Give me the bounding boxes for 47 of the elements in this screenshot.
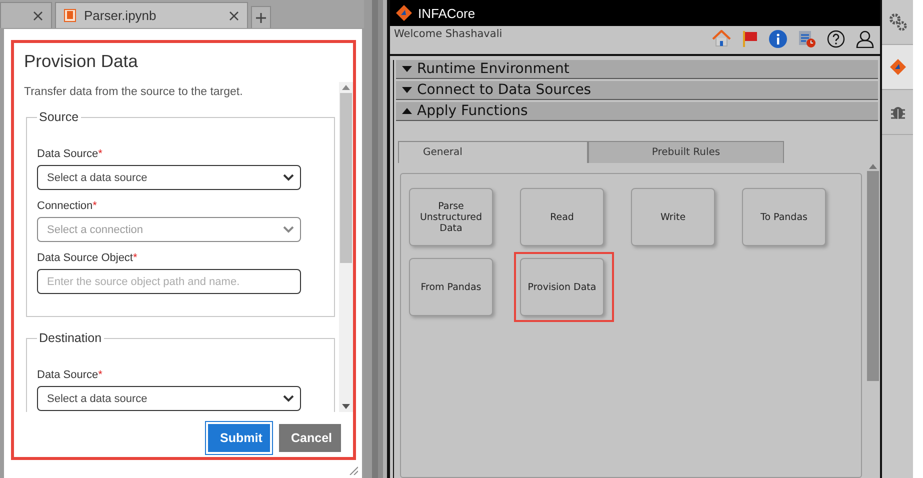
function-button[interactable]: Provision Data: [514, 252, 614, 322]
scrollbar[interactable]: [339, 82, 353, 412]
logo-icon: [396, 5, 412, 21]
welcome-text: Welcome Shashavali: [394, 28, 502, 40]
settings-icon[interactable]: [888, 13, 906, 31]
scroll-up-icon[interactable]: [342, 85, 350, 90]
tab[interactable]: General: [398, 141, 588, 163]
report-clock-icon[interactable]: [798, 30, 816, 48]
dropdown-field[interactable]: Select a data source: [37, 165, 301, 190]
bug-icon[interactable]: [890, 104, 904, 120]
help-icon[interactable]: [827, 30, 845, 48]
user-icon[interactable]: [856, 30, 874, 48]
chevron-down-icon: [283, 226, 294, 233]
field-label: Connection*: [37, 200, 98, 212]
browser-tab[interactable]: Parser.ipynb: [55, 2, 248, 28]
description-text: Transfer data from the source to the target.: [24, 86, 244, 98]
plus-icon[interactable]: [256, 12, 266, 22]
close-icon[interactable]: [33, 10, 43, 20]
home-icon[interactable]: [712, 30, 731, 47]
caret-down-icon: [402, 87, 412, 93]
dialog-title: Provision Data: [24, 51, 139, 72]
field-label: Data Source*: [37, 148, 104, 160]
field-label: Data Source Object*: [37, 252, 138, 264]
chevron-down-icon: [283, 174, 294, 181]
logo-icon: [890, 59, 906, 75]
scroll-down-icon[interactable]: [342, 404, 350, 409]
section-legend: Destination: [37, 331, 104, 345]
scroll-up-icon[interactable]: [869, 164, 877, 169]
notebook-icon: [64, 9, 76, 22]
submit-button[interactable]: Submit: [208, 424, 270, 452]
caret-down-icon: [402, 66, 412, 72]
dropdown-field[interactable]: Select a data source: [37, 386, 301, 411]
app-title: INFACore: [418, 6, 476, 20]
cancel-button[interactable]: Cancel: [279, 424, 341, 452]
accordion-header[interactable]: Apply Functions: [396, 102, 878, 121]
resize-grip-icon[interactable]: [349, 466, 358, 475]
tab[interactable]: Prebuilt Rules: [588, 141, 784, 163]
chevron-down-icon: [283, 395, 294, 402]
info-icon[interactable]: [769, 30, 787, 48]
section-legend: Source: [37, 110, 81, 124]
field-label: Data Source*: [37, 369, 104, 381]
accordion-header[interactable]: Connect to Data Sources: [396, 81, 878, 100]
accordion-header[interactable]: Runtime Environment: [396, 60, 878, 79]
caret-up-icon: [402, 108, 412, 114]
close-icon[interactable]: [229, 10, 239, 20]
splitter-bar[interactable]: [364, 0, 390, 478]
flag-icon[interactable]: [742, 30, 758, 47]
